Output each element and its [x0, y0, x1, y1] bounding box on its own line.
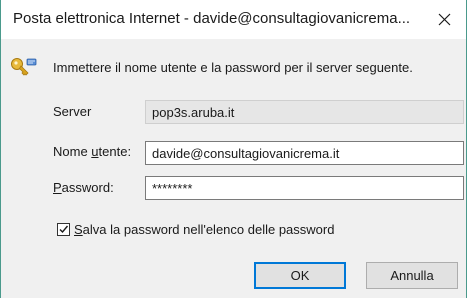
- password-input[interactable]: ********: [145, 176, 464, 200]
- save-password-option[interactable]: Salva la password nell'elenco delle pass…: [57, 222, 334, 237]
- checkmark-icon: [59, 225, 69, 234]
- save-password-checkbox[interactable]: [57, 223, 70, 236]
- password-value: ********: [152, 181, 193, 196]
- window-title: Posta elettronica Internet - davide@cons…: [13, 10, 411, 27]
- save-password-label-accel: S: [74, 222, 83, 237]
- server-field: pop3s.aruba.it: [145, 100, 464, 124]
- login-dialog: Posta elettronica Internet - davide@cons…: [0, 0, 467, 298]
- save-password-label: Salva la password nell'elenco delle pass…: [74, 222, 334, 237]
- password-label-post: assword:: [61, 180, 114, 195]
- username-label-post: tente:: [98, 144, 132, 159]
- dialog-body: Immettere il nome utente e la password p…: [1, 39, 466, 298]
- username-input[interactable]: davide@consultagiovanicrema.it: [145, 141, 464, 165]
- title-bar: Posta elettronica Internet - davide@cons…: [1, 0, 466, 39]
- close-button[interactable]: [422, 0, 466, 39]
- username-label: Nome utente:: [53, 144, 131, 159]
- cancel-button[interactable]: Annulla: [366, 262, 458, 289]
- key-icon: [11, 58, 37, 76]
- password-label-accel: P: [53, 180, 62, 195]
- username-label-pre: Nome: [53, 144, 92, 159]
- server-label: Server: [53, 104, 92, 119]
- username-label-accel: u: [91, 144, 99, 159]
- ok-button[interactable]: OK: [254, 262, 346, 289]
- close-icon: [438, 13, 450, 26]
- username-value: davide@consultagiovanicrema.it: [152, 146, 340, 161]
- instruction-text: Immettere il nome utente e la password p…: [53, 60, 413, 75]
- server-value: pop3s.aruba.it: [152, 105, 235, 120]
- password-label: Password:: [53, 180, 114, 195]
- save-password-label-post: alva la password nell'elenco delle passw…: [82, 222, 335, 237]
